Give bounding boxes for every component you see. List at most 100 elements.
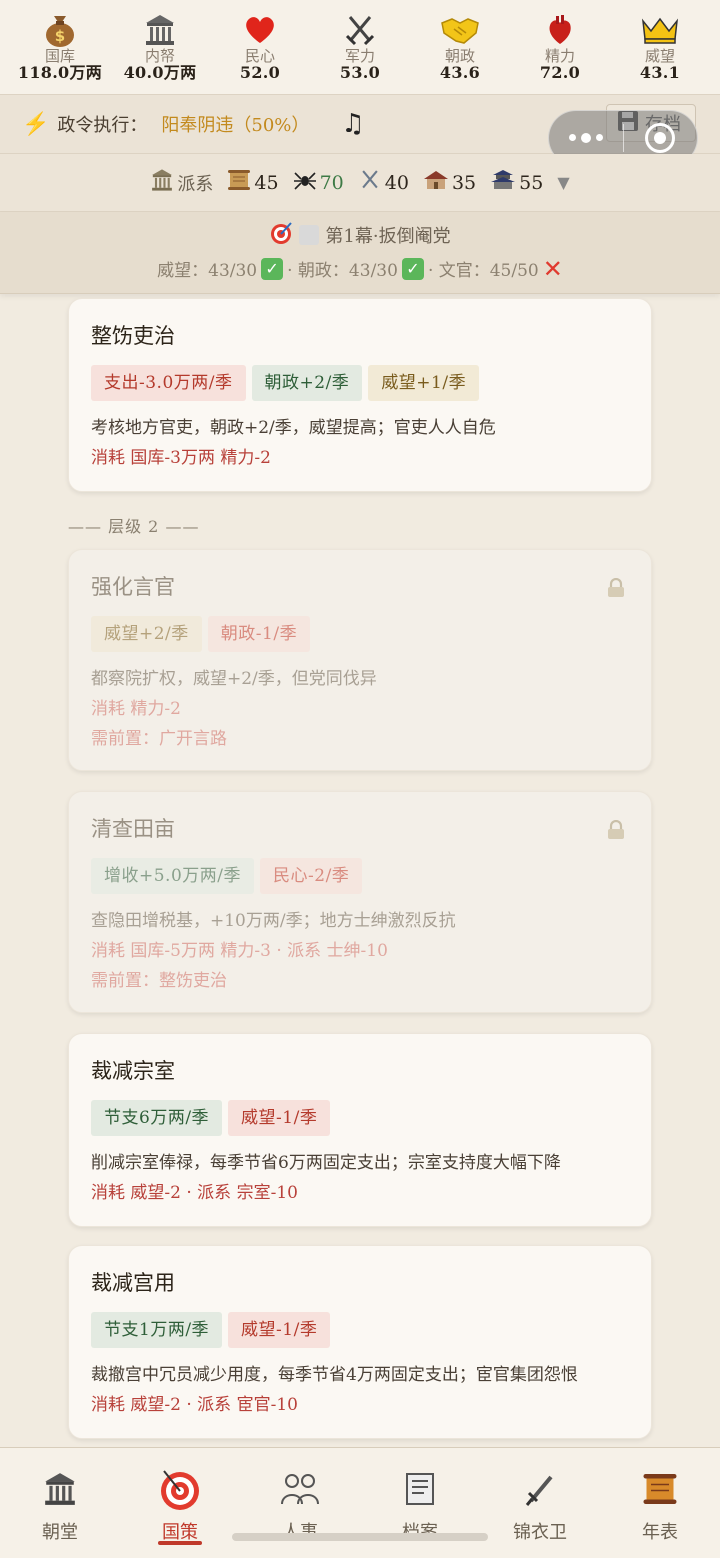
scroll-icon: [227, 169, 251, 196]
close-mini-program-icon[interactable]: [624, 123, 698, 153]
policy-card[interactable]: 裁减宗室 节支6万两/季 威望-1/季 削减宗室俸禄，每季节省6万两固定支出；宗…: [68, 1033, 652, 1227]
act-goal-bar: 第1幕·扳倒阉党 威望：43/30 ✓ · 朝政：43/30 ✓ · 文官：45…: [0, 212, 720, 294]
tab-court[interactable]: 朝堂: [0, 1448, 120, 1558]
temple-icon: [150, 168, 174, 197]
stat-popular-support[interactable]: 民心 52.0: [212, 12, 308, 81]
policy-description: 削减宗室俸禄，每季节省6万两固定支出；宗室支持度大幅下降: [91, 1153, 561, 1173]
effect-tag: 威望+1/季: [368, 365, 480, 401]
house-icon: [423, 169, 449, 196]
tab-label: 年表: [642, 1522, 678, 1543]
policy-cost: 消耗 国库-5万两 精力-3 · 派系 士绅-10: [91, 941, 388, 961]
music-icon[interactable]: ♫: [341, 109, 364, 139]
goal-condition-civil: · 文官：45/50: [427, 261, 539, 281]
policy-description: 考核地方官吏，朝政+2/季，威望提高；官吏人人自危: [91, 418, 496, 438]
goal-condition-governance: · 朝政：43/30: [287, 261, 398, 281]
policy-cost: 消耗 威望-2 · 派系 宦官-10: [91, 1395, 298, 1415]
check-mark-icon: ✓: [401, 257, 424, 280]
policy-prerequisite: 需前置：广开言路: [91, 729, 227, 749]
policy-card[interactable]: 裁减宫用 节支1万两/季 威望-1/季 裁撤宫中冗员减少用度，每季节省4万两固定…: [68, 1245, 652, 1439]
faction-eunuch: 70: [293, 169, 344, 196]
policy-card-locked[interactable]: 清查田亩 增收+5.0万两/季 民心-2/季 查隐田增税基，+10万两/季；地方…: [68, 791, 652, 1013]
faction-value: 40: [384, 171, 409, 194]
faction-gentry: 35: [423, 169, 476, 196]
act-title: 第1幕·扳倒阉党: [325, 226, 451, 247]
stat-value: 118.0万两: [17, 63, 103, 82]
court-icon: [38, 1468, 82, 1510]
policy-cost: 消耗 国库-3万两 精力-2: [91, 448, 271, 468]
crossed-swords-icon: [340, 12, 380, 48]
tab-archive[interactable]: 档案: [360, 1448, 480, 1558]
faction-header: 派系: [150, 168, 213, 197]
stat-label: 精力: [544, 47, 575, 65]
stat-label: 军力: [344, 47, 375, 65]
stat-energy[interactable]: 精力 72.0: [512, 12, 608, 81]
faction-value: 55: [519, 171, 544, 194]
stat-military[interactable]: 军力 53.0: [312, 12, 408, 81]
tab-chronicle[interactable]: 年表: [600, 1448, 720, 1558]
stat-label: 威望: [644, 47, 675, 65]
policy-title: 清查田亩: [91, 817, 175, 841]
stat-treasury[interactable]: $ 国库 118.0万两: [12, 12, 108, 81]
stat-value: 52.0: [239, 63, 281, 82]
policy-title: 强化言官: [91, 575, 175, 599]
swords-icon: [358, 169, 382, 196]
target-icon: [158, 1468, 202, 1510]
temple-icon: [140, 12, 180, 48]
tab-policy[interactable]: 国策: [120, 1448, 240, 1558]
effect-tag: 朝政+2/季: [251, 365, 363, 401]
effect-tag: 民心-2/季: [260, 858, 363, 894]
policy-cost: 消耗 威望-2 · 派系 宗室-10: [91, 1183, 298, 1203]
stats-bar: $ 国库 118.0万两 内帑 40.0万两 民心 52.0 军力 53.0 朝…: [0, 0, 720, 94]
more-options-icon[interactable]: [549, 132, 623, 143]
anatomical-heart-icon: [540, 12, 580, 48]
faction-value: 70: [319, 171, 344, 194]
policy-description: 都察院扩权，威望+2/季，但党同伐异: [91, 669, 377, 689]
lock-icon: [607, 577, 625, 597]
effect-tag: 支出-3.0万两/季: [91, 365, 246, 401]
effect-tag: 威望-1/季: [228, 1100, 331, 1136]
spider-icon: [293, 169, 317, 196]
stat-value: 53.0: [339, 63, 381, 82]
stat-label: 朝政: [444, 47, 475, 65]
tab-label: 锦衣卫: [513, 1522, 567, 1543]
policy-card-locked[interactable]: 强化言官 威望+2/季 朝政-1/季 都察院扩权，威望+2/季，但党同伐异 消耗…: [68, 549, 652, 771]
lightning-icon: ⚡: [22, 111, 50, 137]
scroll-icon: [638, 1468, 682, 1510]
stat-prestige[interactable]: 威望 43.1: [612, 12, 708, 81]
money-bag-icon: $: [40, 12, 80, 48]
faction-label: 派系: [177, 173, 214, 195]
people-icon: [278, 1468, 322, 1510]
bottom-nav: 朝堂 国策 人事 档案 锦衣卫 年表: [0, 1447, 720, 1558]
document-icon: [398, 1468, 442, 1510]
dagger-icon: [518, 1468, 562, 1510]
policy-list[interactable]: 整饬吏治 支出-3.0万两/季 朝政+2/季 威望+1/季 考核地方官吏，朝政+…: [0, 295, 720, 1447]
stat-value: 72.0: [539, 63, 581, 82]
decree-label: 政令执行：: [57, 115, 148, 136]
stat-value: 43.1: [639, 63, 681, 82]
policy-card[interactable]: 整饬吏治 支出-3.0万两/季 朝政+2/季 威望+1/季 考核地方官吏，朝政+…: [68, 298, 652, 492]
policy-cost: 消耗 精力-2: [91, 699, 181, 719]
faction-royal-clan: 55: [490, 169, 543, 196]
cross-mark-icon: ✕: [542, 254, 563, 283]
handshake-icon: [440, 12, 480, 48]
goal-condition-prestige: 威望：43/30: [157, 261, 258, 281]
home-indicator: [232, 1533, 488, 1541]
faction-bar[interactable]: 派系 45 70 40 35 55 ▼: [0, 154, 720, 212]
policy-title: 裁减宫用: [91, 1271, 175, 1295]
stat-value: 43.6: [439, 63, 481, 82]
stat-label: 国库: [44, 47, 75, 65]
decree-state: 阳奉阴违（50%）: [161, 115, 310, 136]
palace-icon: [490, 169, 516, 196]
heart-icon: [240, 12, 280, 48]
tab-imperial-guard[interactable]: 锦衣卫: [480, 1448, 600, 1558]
stat-privy-purse[interactable]: 内帑 40.0万两: [112, 12, 208, 81]
crown-icon: [640, 12, 680, 48]
effect-tag: 威望-1/季: [228, 1312, 331, 1348]
stat-value: 40.0万两: [123, 63, 197, 82]
effect-tag: 威望+2/季: [91, 616, 202, 652]
expand-arrow-icon[interactable]: ▼: [557, 173, 569, 192]
policy-description: 查隐田增税基，+10万两/季；地方士绅激烈反抗: [91, 911, 456, 931]
stat-governance[interactable]: 朝政 43.6: [412, 12, 508, 81]
tab-personnel[interactable]: 人事: [240, 1448, 360, 1558]
check-mark-icon: ✓: [261, 257, 284, 280]
